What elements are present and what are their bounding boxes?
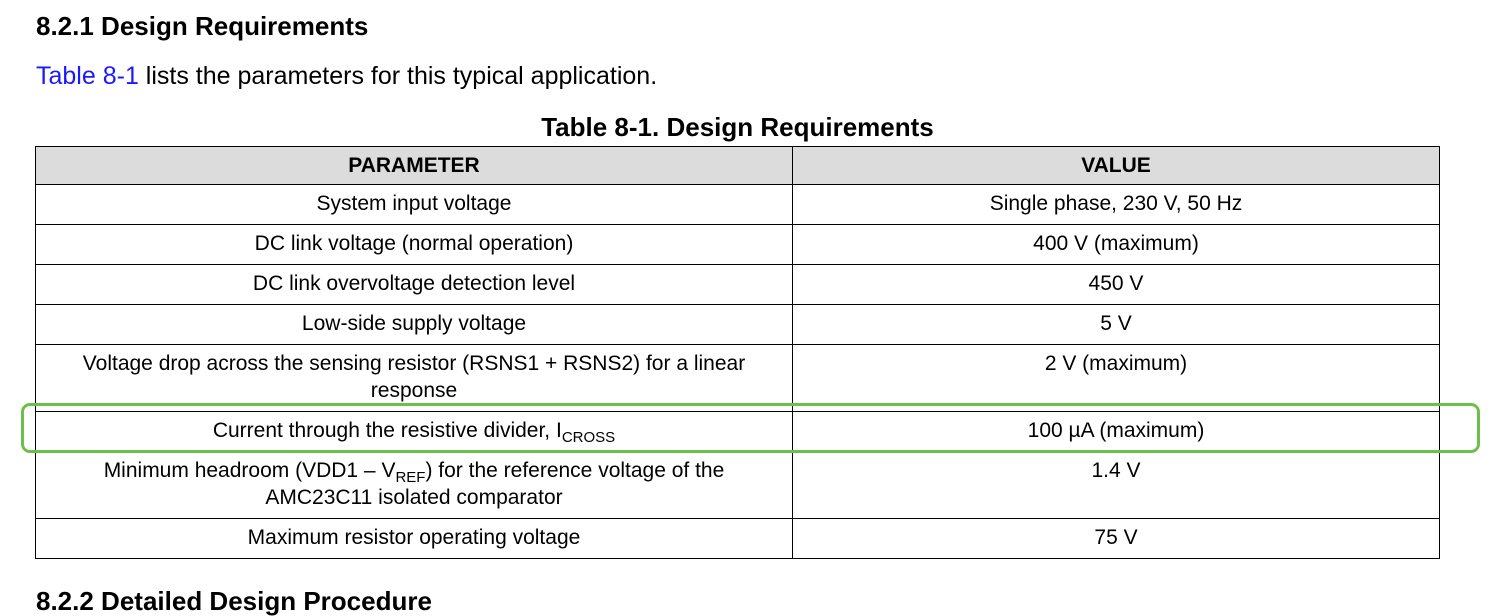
design-requirements-table: PARAMETER VALUE System input voltage Sin… <box>35 146 1440 559</box>
value-cell: 450 V <box>792 264 1440 305</box>
table-row: DC link voltage (normal operation) 400 V… <box>35 224 1440 265</box>
value-cell: 400 V (maximum) <box>792 224 1440 265</box>
table-row: Minimum headroom (VDD1 – VREF) for the r… <box>35 451 1440 519</box>
parameter-cell: System input voltage <box>35 184 793 225</box>
table-row: Voltage drop across the sensing resistor… <box>35 344 1440 412</box>
value-cell: 5 V <box>792 304 1440 345</box>
section-heading-detailed-design: 8.2.2 Detailed Design Procedure <box>36 586 432 616</box>
parameter-cell: Low-side supply voltage <box>35 304 793 345</box>
parameter-cell: DC link overvoltage detection level <box>35 264 793 305</box>
section-heading-design-requirements: 8.2.1 Design Requirements <box>36 11 369 41</box>
table-header-row: PARAMETER VALUE <box>35 146 1440 185</box>
table-row: DC link overvoltage detection level 450 … <box>35 264 1440 305</box>
parameter-cell: Voltage drop across the sensing resistor… <box>35 344 793 412</box>
table-caption: Table 8-1. Design Requirements <box>541 112 934 142</box>
value-cell: 1.4 V <box>792 451 1440 519</box>
subscript-ref: REF <box>395 469 426 486</box>
parameter-cell: DC link voltage (normal operation) <box>35 224 793 265</box>
table-row: System input voltage Single phase, 230 V… <box>35 184 1440 225</box>
intro-text: lists the parameters for this typical ap… <box>138 62 658 90</box>
table-8-1-link[interactable]: Table 8-1 <box>36 62 139 90</box>
subscript-cross: CROSS <box>561 429 616 446</box>
parameter-cell: Maximum resistor operating voltage <box>35 518 793 559</box>
table-row-highlighted: Current through the resistive divider, I… <box>35 411 1440 452</box>
intro-paragraph: Table 8-1 lists the parameters for this … <box>36 60 657 92</box>
value-cell: 2 V (maximum) <box>792 344 1440 412</box>
header-parameter: PARAMETER <box>35 146 793 185</box>
header-value: VALUE <box>792 146 1440 185</box>
table-row: Low-side supply voltage 5 V <box>35 304 1440 345</box>
value-cell: 75 V <box>792 518 1440 559</box>
table-row: Maximum resistor operating voltage 75 V <box>35 518 1440 559</box>
parameter-text: Current through the resistive divider, I <box>212 419 562 442</box>
parameter-cell: Current through the resistive divider, I… <box>35 411 793 452</box>
parameter-cell: Minimum headroom (VDD1 – VREF) for the r… <box>35 451 793 519</box>
value-cell: Single phase, 230 V, 50 Hz <box>792 184 1440 225</box>
parameter-text: Minimum headroom (VDD1 – V <box>103 459 396 482</box>
value-cell: 100 µA (maximum) <box>792 411 1440 452</box>
